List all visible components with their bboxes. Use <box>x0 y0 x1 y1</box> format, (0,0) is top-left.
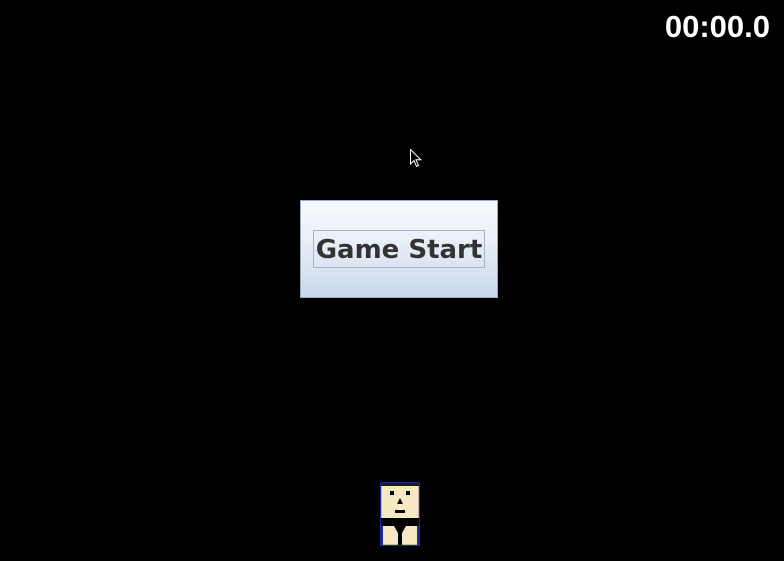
game-start-button[interactable]: Game Start <box>300 200 498 298</box>
game-start-label: Game Start <box>315 235 483 265</box>
mouse-cursor-icon <box>410 149 422 168</box>
game-screen[interactable]: 00:00.0 Game Start <box>0 0 784 561</box>
player-character-icon[interactable] <box>380 482 420 546</box>
elapsed-timer: 00:00.0 <box>664 9 770 44</box>
focus-ring: Game Start <box>312 230 486 268</box>
